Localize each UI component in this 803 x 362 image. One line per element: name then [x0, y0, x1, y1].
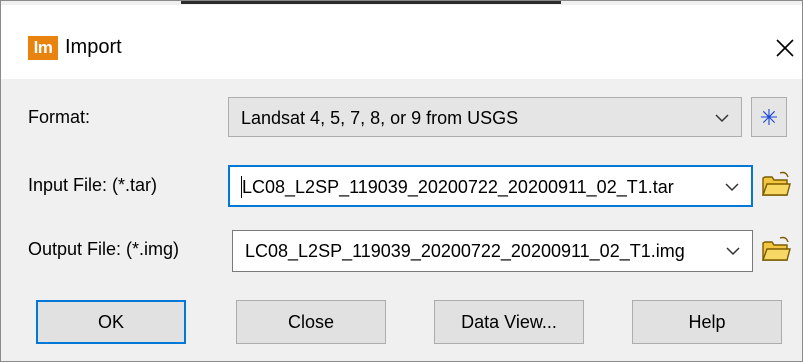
format-value: Landsat 4, 5, 7, 8, or 9 from USGS — [241, 108, 519, 128]
input-file-label: Input File: (*.tar) — [28, 175, 158, 195]
close-icon[interactable] — [771, 31, 799, 63]
chevron-down-icon[interactable] — [723, 178, 741, 196]
close-button[interactable]: Close — [236, 300, 386, 344]
asterisk-button[interactable]: ✳ — [751, 97, 787, 137]
chevron-down-icon[interactable] — [724, 242, 742, 260]
output-file-value: LC08_L2SP_119039_20200722_20200911_02_T1… — [245, 241, 685, 261]
ok-button[interactable]: OK — [36, 300, 186, 344]
open-folder-icon[interactable] — [760, 234, 792, 264]
output-file-field[interactable]: LC08_L2SP_119039_20200722_20200911_02_T1… — [232, 230, 753, 272]
format-dropdown[interactable]: Landsat 4, 5, 7, 8, or 9 from USGS — [228, 97, 742, 137]
help-button[interactable]: Help — [632, 300, 782, 344]
asterisk-icon: ✳ — [759, 105, 779, 130]
data-view-button[interactable]: Data View... — [434, 300, 584, 344]
background-window-edge — [181, 1, 561, 4]
import-dialog: lm Import Format: Landsat 4, 5, 7, 8, or… — [0, 0, 803, 362]
window-title: Import — [65, 36, 122, 58]
format-label: Format: — [28, 107, 91, 127]
input-file-field[interactable]: LC08_L2SP_119039_20200722_20200911_02_T1… — [228, 165, 753, 207]
app-logo-icon: lm — [28, 36, 58, 60]
title-bar[interactable]: lm Import — [1, 5, 802, 79]
open-folder-icon[interactable] — [760, 169, 792, 199]
chevron-down-icon — [715, 114, 729, 123]
input-file-value: LC08_L2SP_119039_20200722_20200911_02_T1… — [242, 177, 674, 197]
output-file-label: Output File: (*.img) — [28, 239, 180, 259]
